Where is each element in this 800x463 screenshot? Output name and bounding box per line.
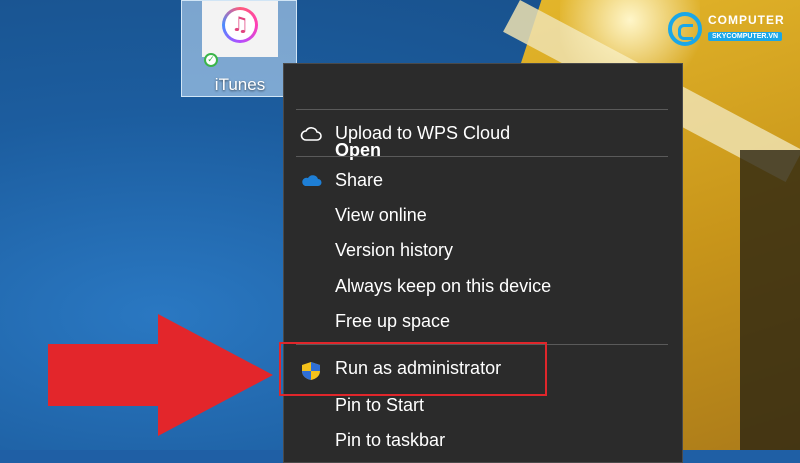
sync-check-icon: ✓	[204, 53, 218, 67]
logo-text: COMPUTER	[708, 13, 785, 27]
logo-mark-icon	[668, 12, 702, 46]
menu-item-always-keep[interactable]: Always keep on this device	[284, 270, 682, 304]
wallpaper-shadow	[740, 150, 800, 450]
menu-item-free-up-space[interactable]: Free up space	[284, 305, 682, 339]
desktop-icon-itunes[interactable]: ♫ ✓ iTunes	[181, 0, 297, 97]
menu-item-label: View online	[335, 205, 427, 225]
cloud-outline-icon	[300, 126, 322, 142]
menu-item-upload-wps[interactable]: Upload to WPS Cloud	[284, 117, 682, 151]
highlight-box	[279, 342, 547, 396]
menu-item-label: Free up space	[335, 311, 451, 331]
menu-item-label: Version history	[335, 240, 454, 260]
itunes-icon: ♫ ✓	[202, 1, 278, 67]
onedrive-cloud-icon	[300, 173, 322, 189]
menu-item-view-online[interactable]: View online	[284, 199, 682, 233]
site-logo: COMPUTER SKYCOMPUTER.VN	[668, 10, 796, 50]
menu-item-label: Pin to Start	[335, 395, 425, 415]
menu-item-share[interactable]: Share	[284, 164, 682, 198]
menu-item-pin-to-taskbar[interactable]: Pin to taskbar	[284, 424, 682, 458]
menu-item-version-history[interactable]: Version history	[284, 234, 682, 268]
logo-subtext: SKYCOMPUTER.VN	[708, 32, 783, 41]
red-arrow-icon	[48, 314, 273, 436]
menu-item-label: Share	[335, 170, 384, 190]
menu-item-label: Always keep on this device	[335, 276, 552, 296]
menu-item-label: Upload to WPS Cloud	[335, 123, 511, 143]
desktop-icon-label: iTunes	[214, 75, 266, 94]
menu-separator	[296, 156, 668, 157]
menu-separator	[296, 109, 668, 110]
menu-item-label: Pin to taskbar	[335, 430, 446, 450]
context-menu: Open Upload to WPS Cloud Share View onli…	[283, 63, 683, 463]
